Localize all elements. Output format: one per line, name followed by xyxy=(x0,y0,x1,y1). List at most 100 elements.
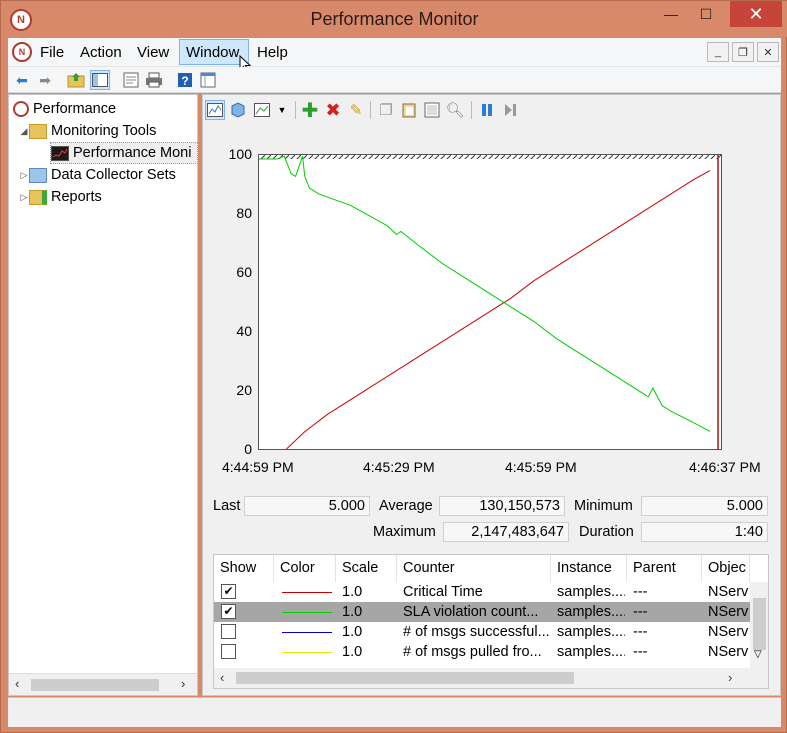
y-tick-label: 0 xyxy=(244,441,252,457)
instance-cell: samples.... xyxy=(557,584,625,600)
view-current-activity-icon[interactable] xyxy=(205,100,225,120)
scale-cell: 1.0 xyxy=(342,604,363,620)
tree-item-label: Monitoring Tools xyxy=(51,123,157,139)
tree-item-label: Reports xyxy=(51,189,102,205)
collapsed-arrow-icon[interactable]: ▷ xyxy=(19,170,29,181)
paste-counter-list-icon[interactable] xyxy=(399,100,419,120)
table-row[interactable]: ✔ 1.0 Critical Time samples.... --- NServ xyxy=(214,582,750,602)
tree-item-performance-monitor[interactable]: Performance Moni xyxy=(50,142,198,164)
table-vertical-scrollbar[interactable]: ▽ xyxy=(750,582,768,668)
add-counter-icon[interactable]: ✚ xyxy=(300,100,320,122)
tree-item-monitoring-tools[interactable]: ◢ Monitoring Tools xyxy=(19,120,157,142)
expanded-arrow-icon[interactable]: ◢ xyxy=(19,126,29,137)
freeze-display-icon[interactable] xyxy=(477,100,497,120)
scroll-thumb[interactable] xyxy=(236,672,574,684)
parent-cell: --- xyxy=(633,604,648,620)
menu-file[interactable]: File xyxy=(40,44,64,61)
copy-properties-icon[interactable]: ❐ xyxy=(376,100,396,120)
tree-item-label: Performance xyxy=(33,101,117,117)
properties-icon[interactable] xyxy=(422,100,442,120)
y-tick-label: 80 xyxy=(236,205,252,221)
mdi-minimize-button[interactable]: _ xyxy=(707,42,729,62)
properties-icon[interactable] xyxy=(121,70,141,90)
scroll-right-icon[interactable]: › xyxy=(181,676,185,691)
column-header-object[interactable]: Objec xyxy=(702,555,750,582)
zoom-icon[interactable]: 🔍︎ xyxy=(445,100,465,120)
series-line-sla-violation xyxy=(259,155,711,433)
average-value: 130,150,573 xyxy=(439,496,565,516)
table-row[interactable]: 1.0 # of msgs successful... samples.... ---… xyxy=(214,622,750,642)
show-checkbox[interactable]: ✔ xyxy=(221,604,236,619)
graph-type-dropdown-icon[interactable]: ▼ xyxy=(272,100,292,120)
table-row[interactable]: ✔ 1.0 SLA violation count... samples.... ---… xyxy=(214,602,750,622)
minimum-value: 5.000 xyxy=(641,496,768,516)
column-header-parent[interactable]: Parent xyxy=(627,555,702,582)
table-row[interactable]: 1.0 # of msgs pulled fro... samples.... ---… xyxy=(214,642,750,662)
plot-area[interactable] xyxy=(258,154,722,450)
object-cell: NServ xyxy=(708,624,749,640)
delete-counter-icon[interactable]: ✖ xyxy=(323,100,343,120)
highlight-icon[interactable]: ✎ xyxy=(346,100,366,120)
parent-cell: --- xyxy=(633,584,648,600)
update-data-icon[interactable] xyxy=(500,100,520,120)
column-header-instance[interactable]: Instance xyxy=(551,555,627,582)
system-menu-icon[interactable]: N xyxy=(12,42,32,62)
scroll-right-icon[interactable]: › xyxy=(728,670,732,685)
column-header-show[interactable]: Show xyxy=(214,555,274,582)
duration-label: Duration xyxy=(579,524,634,540)
forward-icon[interactable]: ➡ xyxy=(35,70,55,90)
print-icon[interactable] xyxy=(144,70,164,90)
color-swatch xyxy=(282,612,332,613)
scroll-left-icon[interactable]: ‹ xyxy=(15,676,19,691)
performance-monitor-window: N Performance Monitor — ☐ ✕ N File Actio… xyxy=(0,0,787,733)
show-checkbox[interactable] xyxy=(221,644,236,659)
folder-icon xyxy=(29,123,47,139)
tree-horizontal-scrollbar[interactable]: ‹ › xyxy=(9,673,197,695)
help-icon[interactable]: ? xyxy=(175,70,195,90)
navigation-tree: Performance ◢ Monitoring Tools Performan… xyxy=(8,94,198,696)
console-icon[interactable] xyxy=(198,70,218,90)
menu-window[interactable]: Window xyxy=(186,44,239,61)
scroll-thumb[interactable] xyxy=(31,679,159,691)
object-cell: NServ xyxy=(708,584,749,600)
title-bar: N Performance Monitor — ☐ ✕ xyxy=(1,1,787,37)
minimize-button[interactable]: — xyxy=(656,1,686,27)
counter-cell: # of msgs successful... xyxy=(403,624,549,640)
menu-help[interactable]: Help xyxy=(257,44,288,61)
color-swatch xyxy=(282,592,332,593)
scroll-left-icon[interactable]: ‹ xyxy=(220,670,224,685)
mdi-close-button[interactable]: ✕ xyxy=(757,42,779,62)
tree-item-performance[interactable]: Performance xyxy=(13,98,116,120)
close-button[interactable]: ✕ xyxy=(730,1,782,27)
collapsed-arrow-icon[interactable]: ▷ xyxy=(19,192,29,203)
line-graph: 100 80 60 40 20 0 4:44:59 PM 4:45:29 PM … xyxy=(212,126,774,482)
up-folder-icon[interactable] xyxy=(66,70,86,90)
menu-view[interactable]: View xyxy=(137,44,169,61)
menu-action[interactable]: Action xyxy=(80,44,122,61)
parent-cell: --- xyxy=(633,624,648,640)
main-toolbar: ⬅ ➡ ? xyxy=(8,67,781,93)
object-cell: NServ xyxy=(708,644,749,660)
table-horizontal-scrollbar[interactable]: ‹ › xyxy=(214,668,768,688)
change-graph-type-icon[interactable] xyxy=(252,100,272,120)
show-checkbox[interactable] xyxy=(221,624,236,639)
graph-toolbar: ▼ ✚ ✖ ✎ ❐ 🔍︎ xyxy=(203,95,780,125)
column-header-color[interactable]: Color xyxy=(274,555,336,582)
scale-cell: 1.0 xyxy=(342,624,363,640)
scroll-down-icon[interactable]: ▽ xyxy=(754,649,762,660)
show-hide-tree-icon[interactable] xyxy=(90,70,110,90)
maximize-button[interactable]: ☐ xyxy=(691,1,721,27)
instance-cell: samples.... xyxy=(557,604,625,620)
column-header-scale[interactable]: Scale xyxy=(336,555,397,582)
show-checkbox[interactable]: ✔ xyxy=(221,584,236,599)
plot-svg xyxy=(259,155,721,450)
view-log-data-icon[interactable] xyxy=(228,100,248,120)
tree-item-data-collector-sets[interactable]: ▷ Data Collector Sets xyxy=(19,164,176,186)
column-header-counter[interactable]: Counter xyxy=(397,555,551,582)
counter-cell: # of msgs pulled fro... xyxy=(403,644,542,660)
mdi-restore-button[interactable]: ❐ xyxy=(732,42,754,62)
menu-bar: N File Action View Window Help _ ❐ ✕ xyxy=(8,38,781,73)
scroll-thumb[interactable] xyxy=(753,598,766,650)
tree-item-reports[interactable]: ▷ Reports xyxy=(19,186,102,208)
back-icon[interactable]: ⬅ xyxy=(12,70,32,90)
